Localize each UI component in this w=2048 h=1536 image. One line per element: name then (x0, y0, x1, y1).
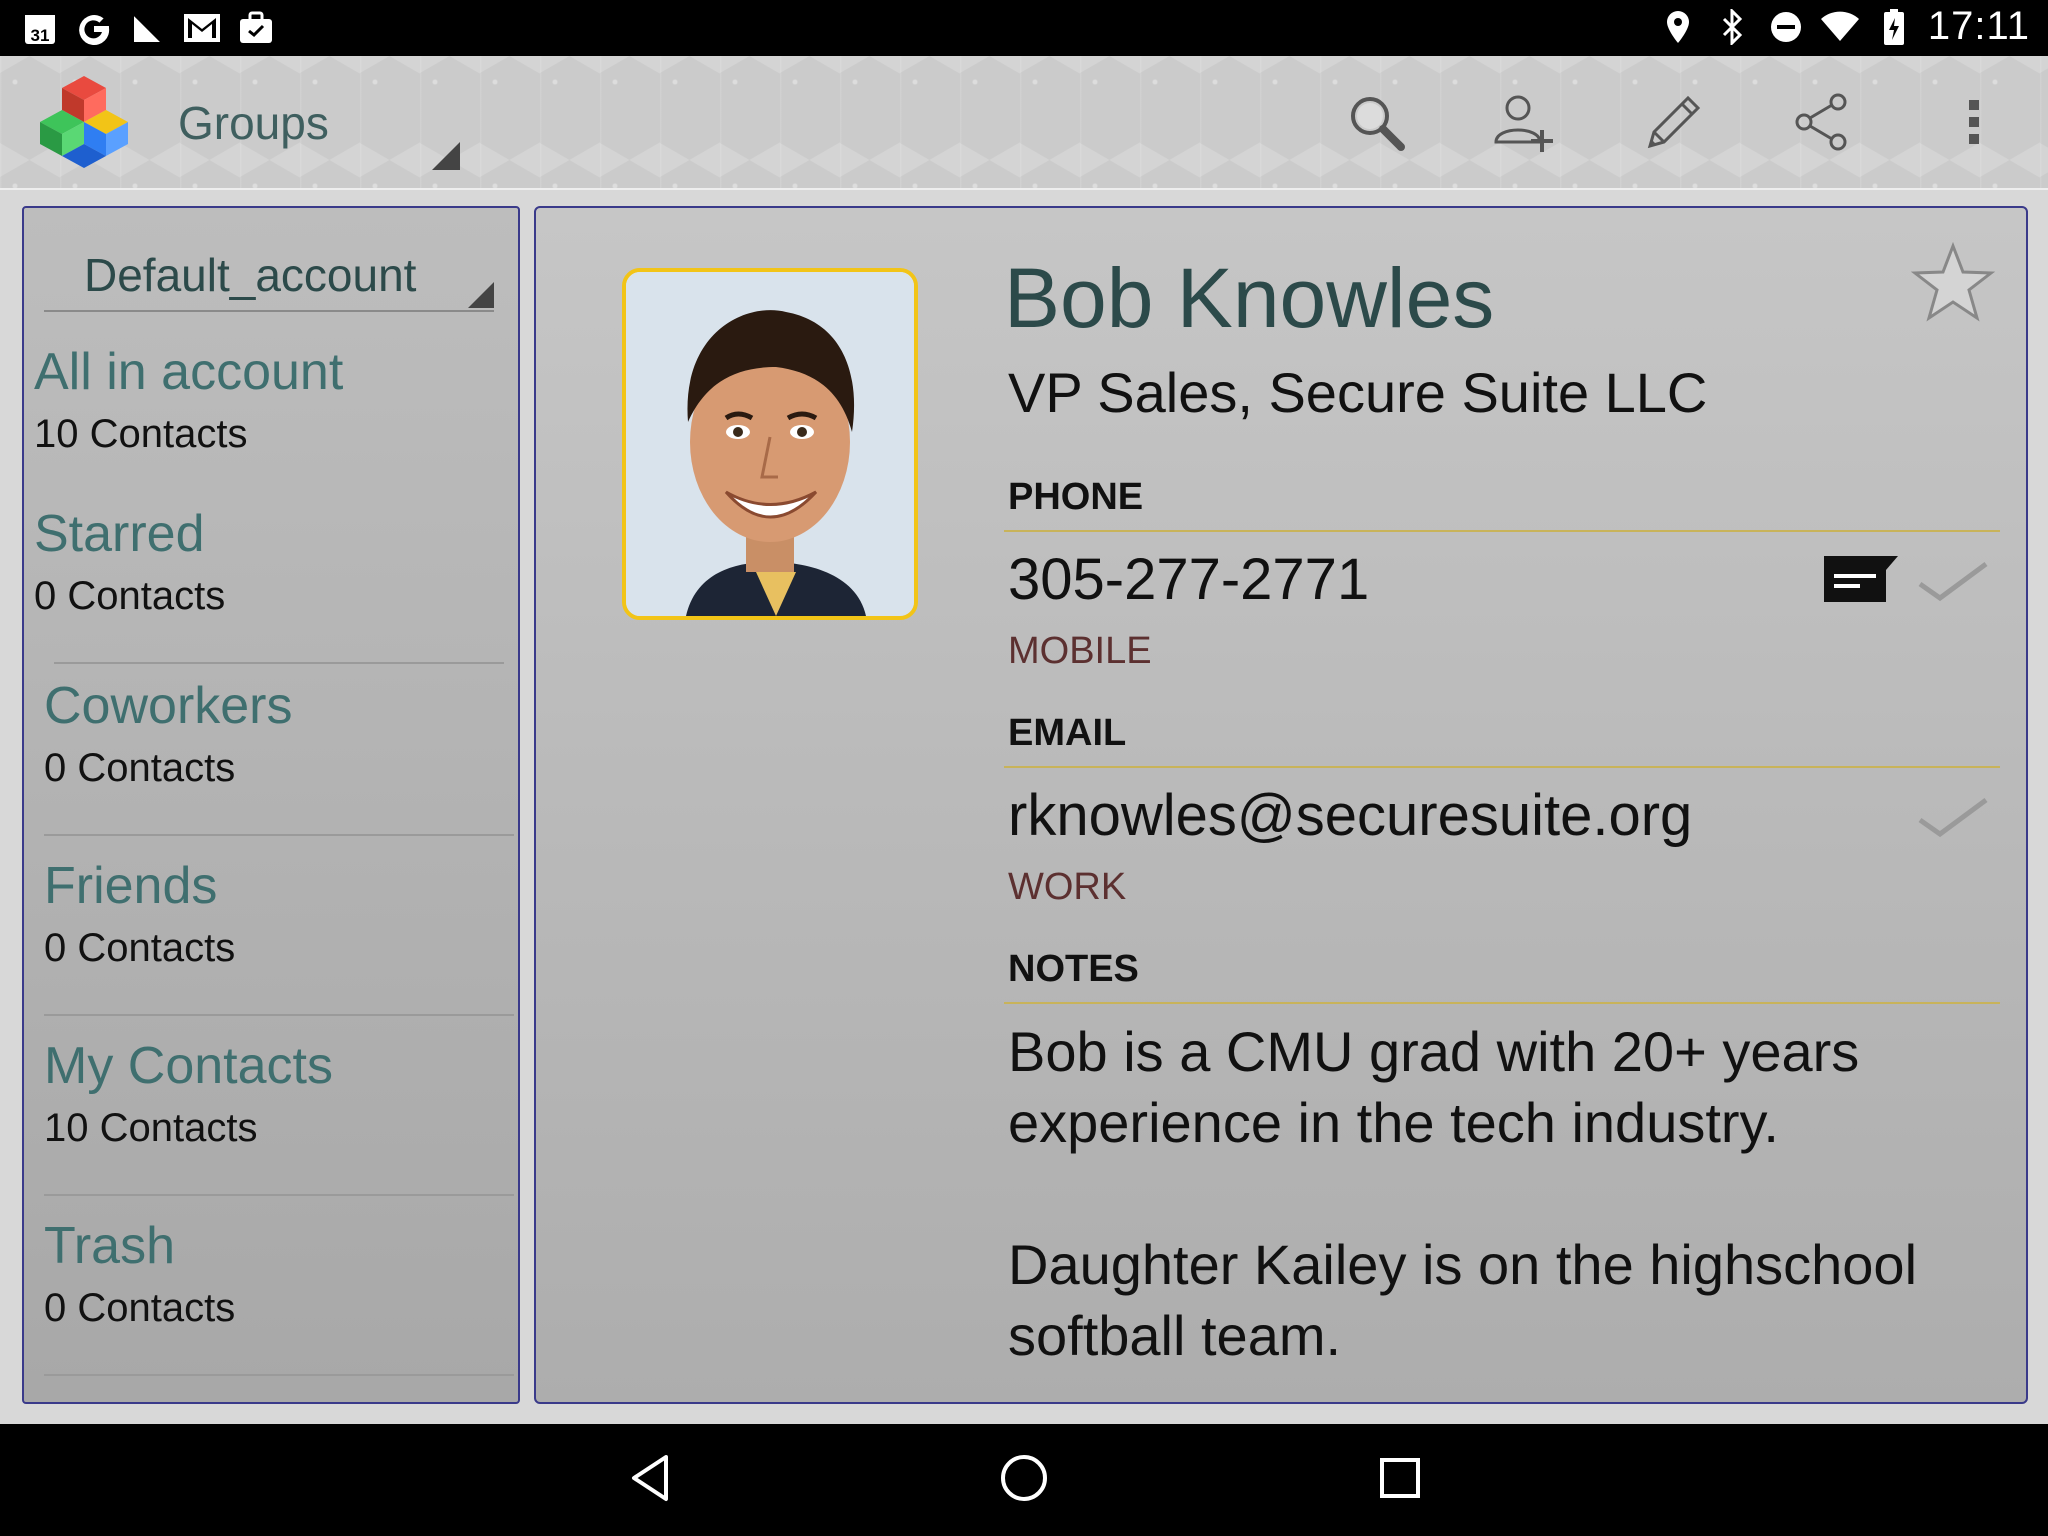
gmail-icon (182, 8, 222, 48)
groups-panel: Default_account All in account 10 Contac… (22, 206, 520, 1404)
group-count: 0 Contacts (34, 574, 226, 618)
edit-icon (1642, 90, 1706, 158)
account-spinner[interactable]: Default_account (44, 240, 494, 312)
email-divider (1004, 766, 2000, 768)
app-bar: Groups (0, 56, 2048, 190)
email-default-check[interactable] (1916, 794, 1990, 838)
calendar-day: 31 (31, 26, 50, 45)
group-name: Starred (34, 505, 205, 563)
share-button[interactable] (1784, 86, 1860, 162)
briefcase-icon (236, 8, 276, 48)
group-name: Coworkers (44, 677, 293, 735)
home-icon (999, 1453, 1049, 1507)
star-icon (1910, 241, 1996, 330)
notes-section-header: NOTES (1008, 948, 1139, 990)
groups-spinner-label: Groups (178, 97, 329, 149)
navigation-bar (0, 1424, 2048, 1536)
group-item-all-in-account[interactable]: All in account 10 Contacts (34, 342, 504, 502)
spinner-dropdown-icon (432, 142, 460, 170)
group-count: 0 Contacts (44, 746, 236, 790)
groups-spinner[interactable]: Groups (178, 96, 329, 150)
group-count: 0 Contacts (44, 926, 236, 970)
email-section-header: EMAIL (1008, 712, 1127, 754)
do-not-disturb-icon (1766, 7, 1806, 47)
share-icon (1790, 90, 1854, 158)
status-clock: 17:11 (1927, 4, 2030, 48)
phone-default-check[interactable] (1916, 558, 1990, 602)
home-button[interactable] (992, 1448, 1056, 1512)
group-item-my-contacts[interactable]: My Contacts 10 Contacts (44, 1036, 514, 1196)
send-message-button[interactable] (1822, 552, 1900, 606)
back-icon (626, 1453, 674, 1507)
back-button[interactable] (618, 1448, 682, 1512)
message-icon (1822, 556, 1900, 610)
account-dropdown-icon (468, 282, 494, 308)
location-icon (1658, 7, 1698, 47)
contact-detail-panel: Bob Knowles VP Sales, Secure Suite LLC P… (534, 206, 2028, 1404)
group-item-starred[interactable]: Starred 0 Contacts (34, 504, 504, 664)
add-contact-button[interactable] (1486, 86, 1562, 162)
account-label: Default_account (84, 249, 417, 301)
group-name: All in account (34, 343, 344, 401)
notes-text: Bob is a CMU grad with 20+ years experie… (1008, 1020, 1918, 1367)
overflow-menu-icon (1964, 90, 1984, 158)
phone-number[interactable]: 305-277-2771 (1008, 546, 1369, 613)
group-item-coworkers[interactable]: Coworkers 0 Contacts (44, 676, 514, 836)
recents-icon (1378, 1456, 1422, 1504)
checkmark-icon (1916, 797, 1990, 842)
group-count: 10 Contacts (44, 1106, 258, 1150)
search-button[interactable] (1338, 86, 1414, 162)
phone-section-header: PHONE (1008, 476, 1144, 518)
star-button[interactable] (1910, 240, 1996, 326)
divider (44, 1014, 514, 1016)
app-logo-icon (36, 72, 132, 168)
divider (54, 662, 504, 664)
group-item-friends[interactable]: Friends 0 Contacts (44, 856, 514, 1016)
divider (44, 834, 514, 836)
battery-icon (1874, 7, 1914, 47)
checkmark-icon (1916, 561, 1990, 606)
email-address[interactable]: rknowles@securesuite.org (1008, 782, 1692, 849)
divider (44, 1374, 514, 1376)
group-name: Trash (44, 1217, 175, 1275)
status-bar: 31 17:11 (0, 0, 2048, 56)
contact-title: VP Sales, Secure Suite LLC (1008, 361, 1708, 424)
search-icon (1344, 90, 1408, 158)
google-icon (74, 8, 114, 48)
contact-photo[interactable] (622, 268, 918, 620)
recents-button[interactable] (1368, 1448, 1432, 1512)
group-item-trash[interactable]: Trash 0 Contacts (44, 1216, 514, 1376)
add-contact-icon (1492, 90, 1556, 158)
overflow-menu-button[interactable] (1936, 86, 2012, 162)
group-count: 10 Contacts (34, 412, 248, 456)
no-signal-icon (128, 8, 168, 48)
contact-name: Bob Knowles (1004, 251, 1495, 345)
group-count: 0 Contacts (44, 1286, 236, 1330)
edit-button[interactable] (1636, 86, 1712, 162)
email-type: WORK (1008, 866, 1127, 908)
phone-type: MOBILE (1008, 630, 1152, 672)
group-name: Friends (44, 857, 218, 915)
phone-divider (1004, 530, 2000, 532)
wifi-icon (1820, 7, 1860, 47)
calendar-icon: 31 (20, 8, 60, 48)
bluetooth-icon (1712, 7, 1752, 47)
divider (44, 1194, 514, 1196)
group-name: My Contacts (44, 1037, 333, 1095)
notes-divider (1004, 1002, 2000, 1004)
